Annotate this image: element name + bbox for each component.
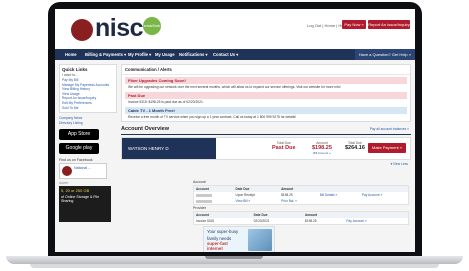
directory-listing-link[interactable]: Directory Listing <box>59 121 117 126</box>
main-content: Communication / Alerts Fiber Upgrades Co… <box>121 64 411 252</box>
laptop-notch <box>205 256 263 259</box>
alerts-box: Communication / Alerts Fiber Upgrades Co… <box>121 64 411 122</box>
amount-cell: Amount $198.25 Bill Amount » <box>312 141 332 155</box>
alert-title: Fiber Upgrades Coming Soon! <box>125 77 407 84</box>
quick-link[interactable]: Sold To Me <box>62 106 114 111</box>
advert-label: Advert <box>59 181 69 186</box>
sidebar-ad[interactable]: 5, 20 or 250 GB of Online Storage & File… <box>59 186 111 223</box>
quick-links-title: Quick Links <box>62 67 88 72</box>
bill-amount-link[interactable]: Bill Amount » <box>312 151 332 155</box>
facebook-card[interactable]: National ... <box>59 163 107 180</box>
pay-all-link[interactable]: Pay all account balances » <box>370 127 409 131</box>
nav-billing[interactable]: Billing & Payments ▾ <box>85 49 126 60</box>
redacted-value <box>196 199 212 203</box>
facebook-heading: Find us on Facebook <box>59 158 93 163</box>
prior-balance-link[interactable]: Prior Bal. » <box>279 198 318 205</box>
table-row: View Bill » Prior Bal. » <box>194 198 409 205</box>
details-section-label: Account <box>193 180 206 184</box>
sidebar: Quick Links I want to... Pay My Bill Man… <box>59 64 117 252</box>
quick-links-box: Quick Links I want to... Pay My Bill Man… <box>59 64 117 114</box>
pay-now-button[interactable]: Pay Now » <box>342 20 366 29</box>
account-name: WATSON HENRY D <box>122 138 216 159</box>
report-issue-button[interactable]: Report An Issue/Inquiry <box>368 20 410 29</box>
help-link[interactable]: Have a Question? Get Help » <box>354 49 415 60</box>
provider-label: Provider <box>193 206 207 210</box>
alert-text: Invoice 5315: $198.25 is past due as of … <box>128 100 204 104</box>
main-nav: Home Billing & Payments ▾ My Profile ▾ M… <box>55 49 415 60</box>
account-overview-title: Account Overview <box>121 126 169 132</box>
google-play-badge[interactable]: Google play <box>59 143 99 155</box>
view-less-link[interactable]: ▾ View Less <box>124 162 408 166</box>
table-cell: 02/20/2021 <box>253 219 270 223</box>
table-cell: Invoice 5315 <box>196 219 215 223</box>
redacted-account-cell <box>194 198 234 205</box>
nisc-logo-icon <box>71 19 93 41</box>
make-payment-button[interactable]: Make Payment » <box>368 143 406 153</box>
facebook-page-icon <box>62 166 72 177</box>
laptop-base-shadow <box>30 264 439 268</box>
sidebar-ad-title: 5, 20 or 250 GB <box>61 188 90 194</box>
app-store-badge[interactable]: App Store <box>59 129 99 141</box>
account-overview-heading: Account Overview Pay all account balance… <box>121 126 411 135</box>
quick-links-subtitle: I want to... <box>62 73 79 77</box>
pay-account-link[interactable]: Pay Account » <box>344 218 408 225</box>
past-due-status: Past Due <box>272 145 296 151</box>
nav-contact[interactable]: Contact Us ▾ <box>213 49 238 60</box>
sidebar-ad-text: of Online Storage & File Sharing <box>61 195 100 204</box>
logo-text: nisc <box>95 14 144 42</box>
facebook-page-name: National ... <box>74 166 92 171</box>
total-value: $264.16 <box>345 145 365 151</box>
alerts-heading: Communication / Alerts <box>122 65 410 75</box>
nav-profile[interactable]: My Profile ▾ <box>128 49 151 60</box>
ad-photo <box>248 229 272 251</box>
banner-ad[interactable]: Your super-busy family needs super-fast … <box>203 226 275 252</box>
alert-title: Past Due <box>125 92 407 99</box>
provider-table: Account Date Due Amount Invoice 5315 02/… <box>193 211 409 225</box>
nav-usage[interactable]: My Usage <box>155 49 175 60</box>
view-bill-link[interactable]: View Bill » <box>234 198 280 205</box>
table-cell: $198.25 <box>305 219 317 223</box>
account-row: WATSON HENRY D Total Due Past Due Amount… <box>121 137 411 160</box>
table-row: Invoice 5315 02/20/2021 $198.25 Pay Acco… <box>194 218 409 225</box>
alert-title: Cable TV - 1 Month Free! <box>125 107 407 114</box>
smarthub-badge: smarthub <box>143 17 161 35</box>
site-header: nisc smarthub Log Out | Home | Help Pay … <box>55 9 415 49</box>
total-due-cell: Total Due Past Due <box>272 141 296 151</box>
nav-notifications[interactable]: Notifications ▾ <box>179 49 208 60</box>
details-table: Account Date Due Amount Upon Receipt $19… <box>193 185 409 205</box>
account-details: Account Account Date Due Amount Upon Rec… <box>193 179 409 225</box>
alert-text: Receive a free month of TV service when … <box>128 115 296 119</box>
total-cell: Total Due $264.16 <box>345 141 365 151</box>
redacted-value <box>196 193 212 197</box>
alert-text: We will be upgrading our network over th… <box>128 85 341 89</box>
nav-home[interactable]: Home <box>65 49 77 60</box>
top-links[interactable]: Log Out | Home | Help <box>307 23 347 28</box>
laptop-screen: nisc smarthub Log Out | Home | Help Pay … <box>55 9 415 252</box>
